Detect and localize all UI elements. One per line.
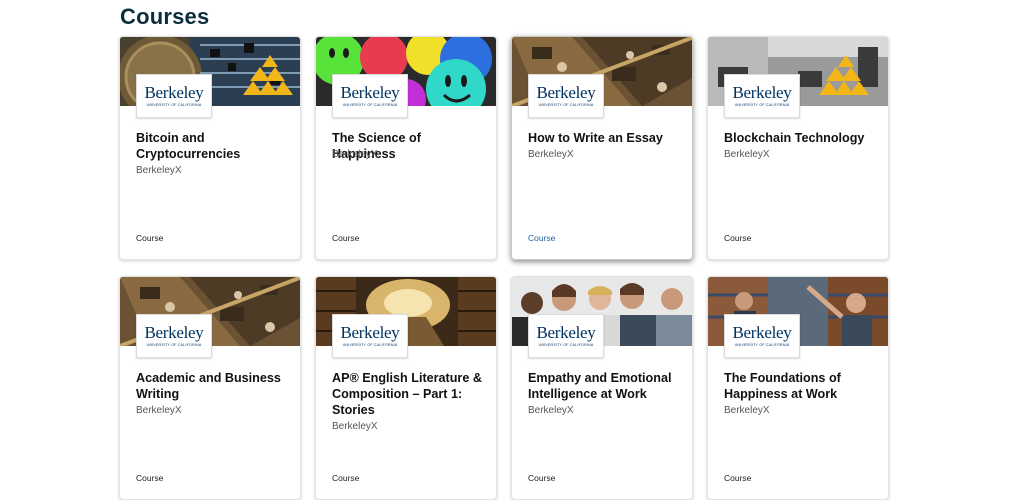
logo-subtitle: University of California (342, 103, 398, 107)
course-type: Course (332, 473, 360, 483)
berkeley-logo: Berkeley University of California (136, 314, 212, 358)
course-title[interactable]: The Foundations of Happiness at Work (724, 370, 880, 402)
berkeley-logo: Berkeley University of California (724, 314, 800, 358)
berkeley-logo: Berkeley University of California (528, 314, 604, 358)
course-title[interactable]: Academic and Business Writing (136, 370, 292, 402)
berkeley-logo: Berkeley University of California (332, 314, 408, 358)
course-title[interactable]: Blockchain Technology (724, 130, 880, 146)
course-type: Course (724, 473, 752, 483)
berkeley-logo: Berkeley University of California (136, 74, 212, 118)
logo-subtitle: University of California (734, 343, 790, 347)
course-card[interactable]: Berkeley University of California How to… (511, 36, 693, 260)
logo-subtitle: University of California (734, 103, 790, 107)
course-card[interactable]: Berkeley University of California Blockc… (707, 36, 889, 260)
course-title[interactable]: How to Write an Essay (528, 130, 684, 146)
berkeley-logo: Berkeley University of California (332, 74, 408, 118)
logo-wordmark: Berkeley (732, 323, 792, 342)
course-type: Course (528, 473, 556, 483)
course-title[interactable]: Bitcoin and Cryptocurrencies (136, 130, 292, 162)
logo-subtitle: University of California (342, 343, 398, 347)
course-card[interactable]: Berkeley University of California The Sc… (315, 36, 497, 260)
logo-wordmark: Berkeley (340, 323, 400, 342)
course-title[interactable]: Empathy and Emotional Intelligence at Wo… (528, 370, 684, 402)
course-org: BerkeleyX (528, 149, 574, 160)
course-type: Course (136, 233, 164, 243)
logo-wordmark: Berkeley (144, 83, 204, 102)
course-title[interactable]: AP® English Literature & Composition – P… (332, 370, 488, 418)
course-card[interactable]: Berkeley University of California The Fo… (707, 276, 889, 500)
logo-wordmark: Berkeley (340, 83, 400, 102)
course-type: Course (528, 233, 556, 243)
course-org: BerkeleyX (136, 165, 182, 176)
course-card[interactable]: Berkeley University of California Empath… (511, 276, 693, 500)
berkeley-logo: Berkeley University of California (724, 74, 800, 118)
course-org: BerkeleyX (332, 149, 378, 160)
logo-subtitle: University of California (538, 103, 594, 107)
course-org: BerkeleyX (528, 405, 574, 416)
logo-wordmark: Berkeley (144, 323, 204, 342)
course-type: Course (724, 233, 752, 243)
course-org: BerkeleyX (724, 149, 770, 160)
course-type: Course (136, 473, 164, 483)
page-title: Courses (120, 4, 210, 29)
course-org: BerkeleyX (136, 405, 182, 416)
course-card[interactable]: Berkeley University of California AP® En… (315, 276, 497, 500)
logo-subtitle: University of California (146, 343, 202, 347)
berkeley-logo: Berkeley University of California (528, 74, 604, 118)
course-card[interactable]: Berkeley University of California Academ… (119, 276, 301, 500)
logo-wordmark: Berkeley (536, 323, 596, 342)
course-org: BerkeleyX (724, 405, 770, 416)
course-type: Course (332, 233, 360, 243)
course-card[interactable]: Berkeley University of California Bitcoi… (119, 36, 301, 260)
course-org: BerkeleyX (332, 421, 378, 432)
logo-wordmark: Berkeley (732, 83, 792, 102)
logo-subtitle: University of California (146, 103, 202, 107)
logo-wordmark: Berkeley (536, 83, 596, 102)
logo-subtitle: University of California (538, 343, 594, 347)
